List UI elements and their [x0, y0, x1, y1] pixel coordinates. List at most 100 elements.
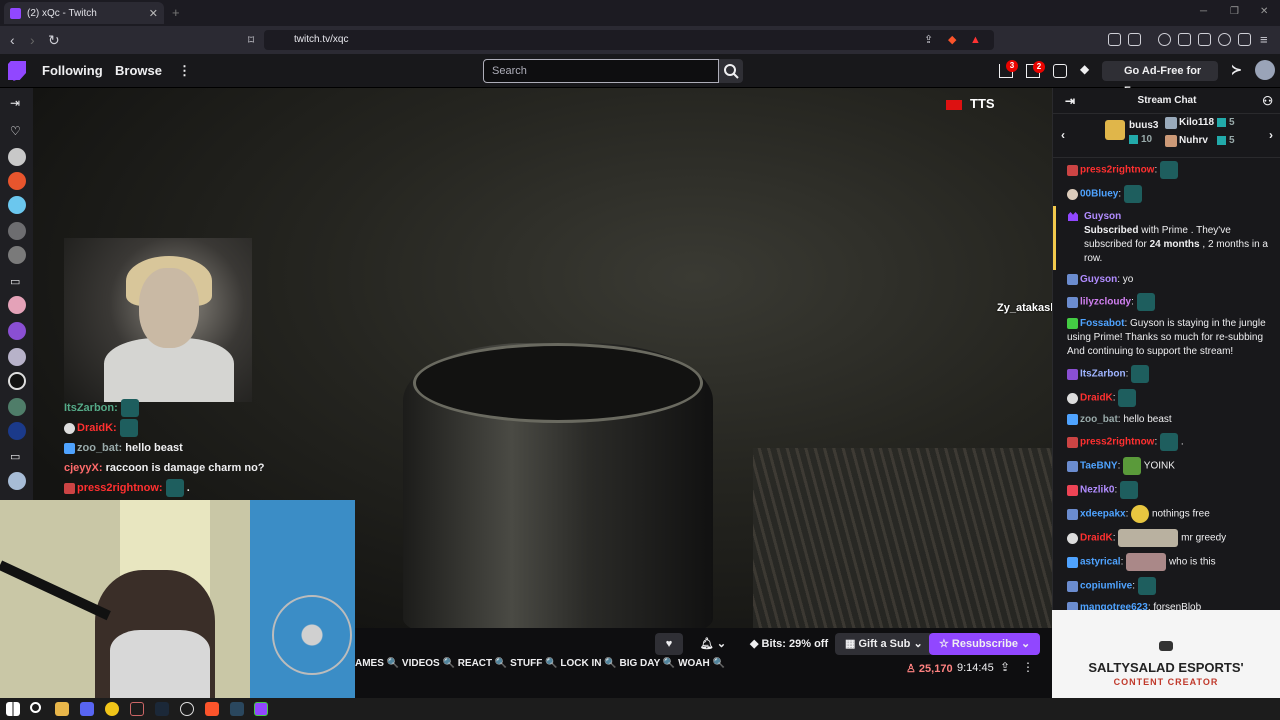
brave-icon[interactable] [205, 702, 219, 716]
gifter-name[interactable]: Nuhrv [1179, 135, 1208, 146]
channel-avatar[interactable] [8, 372, 26, 390]
address-bar[interactable]: twitch.tv/xqc [264, 30, 994, 50]
user-avatar[interactable] [1255, 60, 1275, 80]
chat-username[interactable]: xdeepakx [1080, 509, 1126, 520]
chat-username[interactable]: astyrical [1080, 557, 1121, 568]
prev-arrow-icon[interactable]: ‹ [1061, 128, 1065, 142]
channel-avatar[interactable] [8, 348, 26, 366]
close-window-icon[interactable]: ✕ [1260, 6, 1268, 17]
bits-icon[interactable]: ◆ [1080, 62, 1094, 76]
channel-avatar[interactable] [8, 172, 26, 190]
channel-avatar[interactable] [8, 222, 26, 240]
chat-username[interactable]: Guyson [1080, 274, 1117, 285]
channel-avatar[interactable] [8, 296, 26, 314]
follow-heart-button[interactable]: ♥ [655, 633, 683, 655]
maximize-icon[interactable]: ❐ [1230, 6, 1239, 17]
app-icon[interactable] [180, 702, 194, 716]
leo-ai-icon[interactable] [1218, 33, 1231, 46]
reload-icon[interactable]: ↻ [48, 32, 60, 48]
gift-sub-button[interactable]: ▦ Gift a Sub ⌄ [835, 633, 933, 655]
chat-message[interactable]: ItsZarbon: [1053, 362, 1280, 386]
share-icon[interactable]: ⇪ [924, 32, 933, 48]
new-tab-icon[interactable]: + [172, 5, 180, 20]
sub-notice-user[interactable]: Guyson [1084, 210, 1273, 224]
forward-icon[interactable]: › [30, 32, 35, 48]
search-button[interactable] [719, 59, 743, 83]
channel-avatar[interactable] [8, 148, 26, 166]
chat-message[interactable]: TaeBNY: YOINK [1053, 454, 1280, 478]
chat-message[interactable]: Fossabot: Guyson is staying in the jungl… [1053, 314, 1280, 362]
video-camera-icon[interactable]: ▭ [10, 275, 20, 288]
chat-message[interactable]: zoo_bat: hello beast [1053, 410, 1280, 430]
more-options-icon[interactable]: ⋮ [1022, 660, 1034, 674]
chat-username[interactable]: DraidK [1080, 533, 1113, 544]
inbox-icon[interactable]: 2 [1026, 61, 1045, 78]
video-camera-icon[interactable]: ▭ [10, 450, 20, 463]
next-arrow-icon[interactable]: › [1269, 128, 1273, 142]
share-icon[interactable]: ⇪ [1000, 660, 1010, 674]
channel-avatar[interactable] [8, 196, 26, 214]
music-icon[interactable] [1158, 33, 1171, 46]
discord-icon[interactable] [80, 702, 94, 716]
chat-username[interactable]: zoo_bat [1080, 414, 1118, 425]
wallet-icon[interactable] [1198, 33, 1211, 46]
channel-avatar[interactable] [8, 398, 26, 416]
chat-username[interactable]: copiumlive [1080, 581, 1132, 592]
taskbar-search-icon[interactable] [30, 702, 41, 713]
vpn-icon[interactable] [1238, 33, 1251, 46]
chat-users-icon[interactable]: ⚇ [1262, 88, 1273, 114]
notifications-button[interactable]: 🔔︎ ⌄ [692, 633, 734, 655]
chat-message[interactable]: press2rightnow: [1053, 158, 1280, 182]
steam-icon[interactable] [230, 702, 244, 716]
sidebar-toggle-icon[interactable] [1178, 33, 1191, 46]
bookmark-icon[interactable]: ⌑ [248, 32, 254, 48]
search-input[interactable]: Search [483, 59, 719, 83]
browser-tab[interactable]: (2) xQc - Twitch ✕ [4, 2, 164, 24]
chat-username[interactable]: DraidK [1080, 393, 1113, 404]
brave-rewards-icon[interactable]: ▲ [970, 32, 981, 48]
chat-message[interactable]: lilyzcloudy: [1053, 290, 1280, 314]
extensions-icon[interactable] [1108, 33, 1121, 46]
crown-prime-icon[interactable]: 3 [999, 60, 1018, 78]
expand-sidebar-icon[interactable]: ⇥ [10, 96, 20, 110]
resubscribe-button[interactable]: ☆ Resubscribe ⌄ [929, 633, 1041, 655]
app-icon[interactable] [105, 702, 119, 716]
chat-username[interactable]: Nezlik0 [1080, 485, 1114, 496]
steam-icon[interactable] [155, 702, 169, 716]
chat-message[interactable]: copiumlive: [1053, 574, 1280, 598]
channel-avatar[interactable] [8, 472, 26, 490]
chat-username[interactable]: mangotree623 [1080, 602, 1148, 610]
chat-message[interactable]: xdeepakx: nothings free [1053, 502, 1280, 526]
back-icon[interactable]: ‹ [10, 32, 15, 48]
brave-shield-icon[interactable]: ◆ [948, 32, 956, 48]
file-explorer-icon[interactable] [55, 702, 69, 716]
bits-button[interactable]: ◆ Bits: 29% off [740, 633, 838, 655]
chat-message[interactable]: DraidK: mr greedy [1053, 526, 1280, 550]
start-icon[interactable] [6, 702, 20, 716]
twitch-logo-icon[interactable] [8, 61, 26, 81]
chat-username[interactable]: ItsZarbon [1080, 369, 1126, 380]
close-tab-icon[interactable]: ✕ [149, 7, 158, 20]
twitch-app-icon[interactable] [254, 702, 268, 716]
minimize-icon[interactable]: ─ [1200, 6, 1207, 17]
chat-message[interactable]: press2rightnow: . [1053, 430, 1280, 454]
chat-message[interactable]: 00Bluey: [1053, 182, 1280, 206]
chat-username[interactable]: 00Bluey [1080, 189, 1118, 200]
go-ad-free-button[interactable]: Go Ad-Free for Free [1102, 61, 1218, 97]
gifter-name[interactable]: buus3 [1129, 120, 1158, 131]
chat-message[interactable]: Nezlik0: [1053, 478, 1280, 502]
chat-message[interactable]: astyrical: who is this [1053, 550, 1280, 574]
chat-username[interactable]: Fossabot [1080, 318, 1124, 329]
more-menu-icon[interactable]: ⋮ [178, 63, 191, 79]
chat-username[interactable]: press2rightnow [1080, 437, 1154, 448]
channel-avatar[interactable] [8, 246, 26, 264]
following-link[interactable]: Following [42, 63, 103, 78]
gifter-name[interactable]: Kilo118 [1179, 117, 1214, 128]
chat-message[interactable]: DraidK: [1053, 386, 1280, 410]
channel-avatar[interactable] [8, 422, 26, 440]
browse-link[interactable]: Browse [115, 63, 162, 78]
chat-username[interactable]: TaeBNY [1080, 461, 1118, 472]
chat-message[interactable]: Guyson: yo [1053, 270, 1280, 290]
chat-username[interactable]: lilyzcloudy [1080, 297, 1131, 308]
chat-message[interactable]: mangotree623: forsenBlob [1053, 598, 1280, 610]
